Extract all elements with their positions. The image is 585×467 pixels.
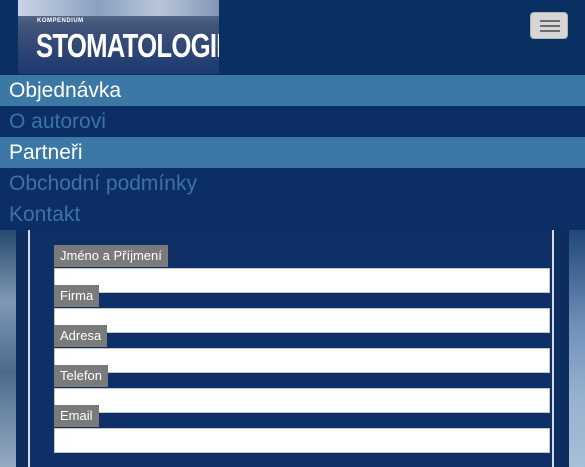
site-header: KOMPENDIUM STOMATOLOGIE I — [0, 0, 585, 75]
logo-banner-strip — [18, 0, 219, 16]
name-field[interactable] — [54, 268, 550, 293]
name-field-label: Jméno a Příjmení — [54, 245, 168, 267]
email-field-label: Email — [54, 405, 99, 427]
address-field[interactable] — [54, 348, 550, 373]
background-image-right — [569, 230, 585, 467]
nav-item-partneri[interactable]: Partneři — [0, 137, 585, 168]
address-field-label: Adresa — [54, 325, 108, 347]
hamburger-icon-bar — [540, 30, 560, 32]
site-logo[interactable]: KOMPENDIUM STOMATOLOGIE I — [18, 0, 219, 74]
nav-item-objednavka[interactable]: Objednávka — [0, 75, 585, 106]
main-navigation: Objednávka O autorovi Partneři Obchodní … — [0, 75, 585, 230]
nav-item-obchodni-podminky[interactable]: Obchodní podmínky — [0, 168, 585, 199]
nav-item-o-autorovi[interactable]: O autorovi — [0, 106, 585, 137]
company-field-label: Firma — [54, 285, 100, 307]
hamburger-menu-button[interactable] — [530, 12, 568, 39]
phone-field[interactable] — [54, 388, 550, 413]
nav-item-kontakt[interactable]: Kontakt — [0, 199, 585, 230]
logo-title: STOMATOLOGIE I — [36, 27, 219, 64]
hamburger-icon — [540, 20, 560, 22]
email-field[interactable] — [54, 428, 550, 453]
company-field[interactable] — [54, 308, 550, 333]
hamburger-icon-bar — [540, 25, 560, 27]
background-image-left — [0, 230, 16, 467]
phone-field-label: Telefon — [54, 365, 108, 387]
logo-small-text: KOMPENDIUM — [37, 18, 84, 24]
